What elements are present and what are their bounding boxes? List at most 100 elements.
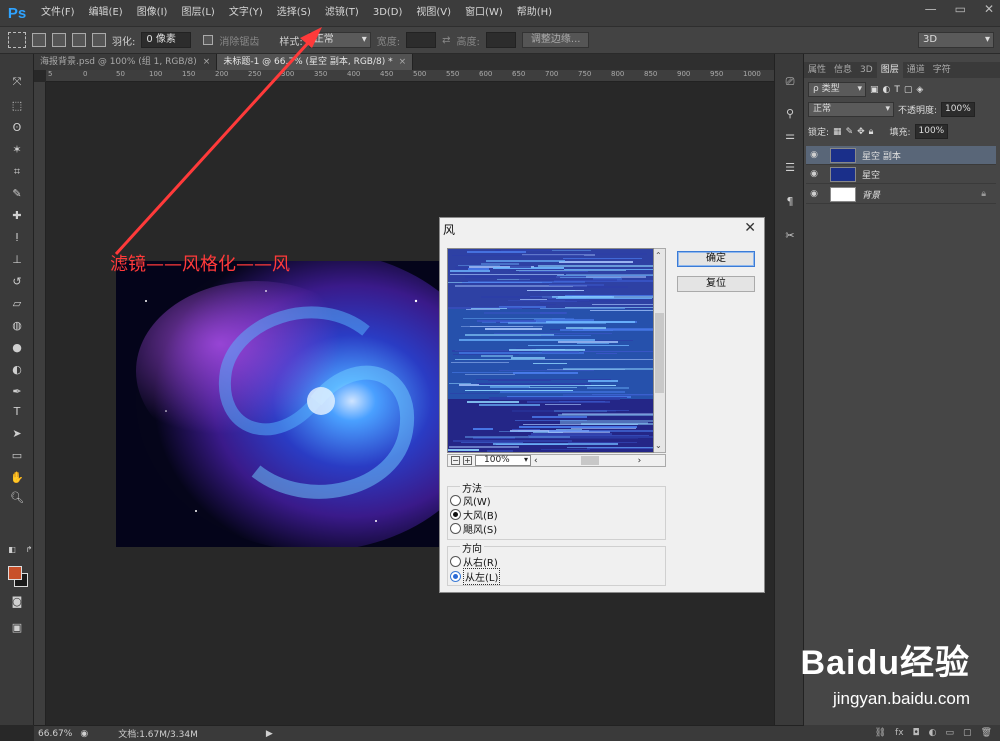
zoom-level[interactable]: 66.67% (38, 729, 72, 739)
menu-layer[interactable]: 图层(L) (174, 0, 221, 26)
adjustment-layer-icon[interactable]: ◐ (929, 725, 937, 741)
filter-pixel-icon[interactable]: ▣ (870, 85, 879, 95)
adjustments-icon[interactable]: ⚌ (782, 128, 798, 144)
preview-vertical-scrollbar[interactable]: ⌃ ⌄ (654, 248, 666, 453)
type-tool-icon[interactable]: T (8, 404, 26, 420)
filter-smart-icon[interactable]: ◈ (916, 85, 923, 95)
new-group-icon[interactable]: ▭ (946, 725, 955, 741)
visibility-eye-icon[interactable]: ◉ (806, 189, 822, 199)
tools-preset-icon[interactable]: ✂ (782, 228, 798, 244)
blend-mode-select[interactable]: 正常 (808, 102, 894, 117)
menu-filter[interactable]: 滤镜(T) (318, 0, 366, 26)
status-info-icon[interactable]: ◉ (80, 729, 88, 739)
lock-position-icon[interactable]: ✥ (857, 127, 865, 137)
menu-window[interactable]: 窗口(W) (458, 0, 510, 26)
feather-input[interactable]: 0 像素 (141, 32, 192, 48)
add-mask-icon[interactable]: ◘ (913, 725, 920, 741)
zoom-tool-icon[interactable]: 🔍︎ (8, 490, 26, 506)
blur-tool-icon[interactable]: ● (8, 340, 26, 356)
dodge-tool-icon[interactable]: ◐ (8, 362, 26, 378)
history-panel-icon[interactable]: ⎚ (782, 74, 798, 90)
tab-layers[interactable]: 图层 (876, 62, 903, 78)
hand-tool-icon[interactable]: ✋ (8, 470, 26, 486)
new-layer-icon[interactable]: ▢ (963, 725, 972, 741)
method-stagger-radio[interactable]: 飓风(S) (450, 521, 497, 536)
menu-type[interactable]: 文字(Y) (222, 0, 270, 26)
lock-pixels-icon[interactable]: ✎ (846, 127, 854, 137)
menu-view[interactable]: 视图(V) (409, 0, 458, 26)
intersect-selection-icon[interactable] (92, 33, 106, 47)
filter-shape-icon[interactable]: ▢ (904, 85, 913, 95)
filter-preview[interactable] (447, 248, 654, 453)
ok-button[interactable]: 确定 (677, 251, 755, 267)
brush-presets-icon[interactable]: ⚲ (782, 106, 798, 122)
menu-edit[interactable]: 编辑(E) (82, 0, 130, 26)
direction-left-radio[interactable]: 从左(L) (450, 568, 501, 585)
tab-untitled-1[interactable]: 未标题-1 @ 66.7% (星空 副本, RGB/8) * × (217, 54, 414, 70)
swap-icon[interactable]: ⇄ (442, 35, 450, 46)
shape-tool-icon[interactable]: ▭ (8, 448, 26, 464)
menu-3d[interactable]: 3D(D) (366, 0, 410, 26)
reset-button[interactable]: 复位 (677, 276, 755, 292)
tab-channels[interactable]: 通道 (903, 62, 929, 78)
paint-bucket-icon[interactable]: ◍ (8, 318, 26, 334)
stamp-tool-icon[interactable]: ⊥ (8, 252, 26, 268)
history-brush-icon[interactable]: ↺ (8, 274, 26, 290)
status-menu-icon[interactable]: ▶ (266, 729, 273, 739)
healing-brush-icon[interactable]: ✚ (8, 208, 26, 224)
antialias-checkbox[interactable] (203, 35, 214, 45)
lock-transparent-icon[interactable]: ▦ (833, 127, 842, 137)
layer-row-starry-copy[interactable]: ◉ 星空 副本 (806, 146, 996, 165)
visibility-eye-icon[interactable]: ◉ (806, 169, 822, 179)
method-wind-radio[interactable]: 风(W) (450, 493, 491, 508)
zoom-out-button[interactable]: − (451, 456, 460, 465)
eraser-tool-icon[interactable]: ▱ (8, 296, 26, 312)
scroll-thumb[interactable] (655, 313, 664, 393)
crop-tool-icon[interactable]: ⌗ (8, 164, 26, 180)
height-input[interactable] (485, 32, 516, 48)
brush-tool-icon[interactable]: ⵑ (8, 230, 26, 246)
tab-3d[interactable]: 3D (856, 62, 877, 78)
tab-character[interactable]: 字符 (929, 62, 955, 78)
layer-row-starry[interactable]: ◉ 星空 (806, 165, 996, 184)
eyedropper-icon[interactable]: ✎ (8, 186, 26, 202)
dialog-close-icon[interactable]: ✕ (744, 220, 756, 236)
method-blast-radio[interactable]: 大风(B) (450, 507, 498, 522)
restore-button[interactable]: ▭ (955, 0, 966, 18)
tab-close-icon[interactable]: × (203, 57, 211, 67)
scroll-right-icon[interactable]: › (638, 456, 642, 466)
menu-file[interactable]: 文件(F) (34, 0, 82, 26)
close-window-button[interactable]: ✕ (984, 0, 994, 18)
scroll-up-icon[interactable]: ⌃ (655, 251, 662, 260)
opacity-input[interactable]: 100% (941, 102, 975, 117)
workspace-select[interactable]: 3D (918, 32, 994, 48)
width-input[interactable] (406, 32, 437, 48)
paragraph-panel-icon[interactable]: ¶ (782, 194, 798, 210)
align-panel-icon[interactable]: ☰ (782, 160, 798, 176)
menu-help[interactable]: 帮助(H) (510, 0, 559, 26)
link-layers-icon[interactable]: ⛓ (875, 725, 886, 741)
path-select-icon[interactable]: ➤ (8, 426, 26, 442)
style-select[interactable]: 正常 (308, 32, 371, 48)
layer-row-background[interactable]: ◉ 背景 🔒︎ (806, 185, 996, 204)
lasso-tool-icon[interactable]: ʘ (8, 120, 26, 136)
layer-kind-select[interactable]: ρ 类型 (808, 82, 866, 97)
delete-layer-icon[interactable]: 🗑︎ (981, 725, 992, 741)
pen-tool-icon[interactable]: ✒ (8, 384, 26, 400)
menu-image[interactable]: 图像(I) (130, 0, 175, 26)
lock-all-icon[interactable]: 🔒︎ (869, 127, 874, 137)
subtract-selection-icon[interactable] (72, 33, 86, 47)
filter-adjust-icon[interactable]: ◐ (883, 85, 891, 95)
direction-right-radio[interactable]: 从右(R) (450, 554, 498, 569)
default-colors-icon[interactable]: ◧ (3, 542, 21, 558)
filter-type-icon[interactable]: T (894, 85, 900, 95)
refine-edge-button[interactable]: 调整边缘... (521, 32, 590, 48)
zoom-select[interactable]: 100% (475, 455, 531, 466)
magic-wand-icon[interactable]: ✶ (8, 142, 26, 158)
new-selection-icon[interactable] (32, 33, 46, 47)
menu-select[interactable]: 选择(S) (270, 0, 318, 26)
tab-properties[interactable]: 属性 (804, 62, 830, 78)
minimize-button[interactable]: — (925, 0, 937, 18)
zoom-in-button[interactable]: + (463, 456, 472, 465)
marquee-preset-icon[interactable] (8, 32, 26, 48)
